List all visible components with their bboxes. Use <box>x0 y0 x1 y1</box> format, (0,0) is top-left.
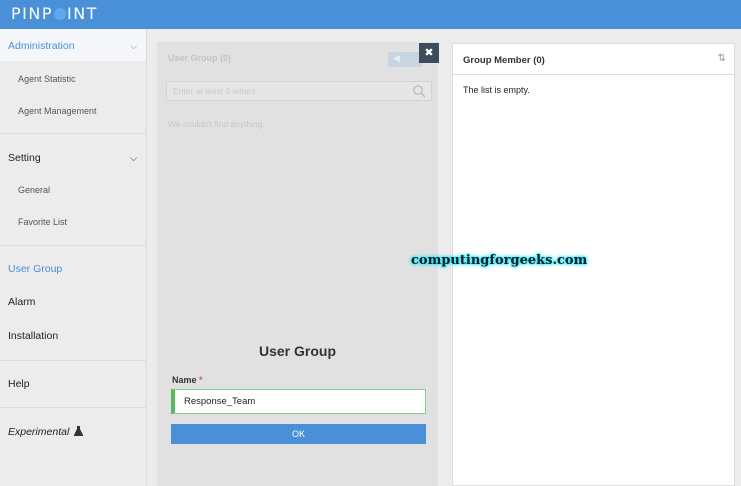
sidebar-item-label: Administration <box>8 40 75 52</box>
group-member-title: Group Member (0) <box>463 55 545 66</box>
user-group-search-input[interactable]: Enter at least 3 letters <box>166 81 432 101</box>
sidebar-item-alarm[interactable]: Alarm <box>0 296 147 308</box>
group-name-input[interactable]: Response_Team <box>171 389 426 414</box>
sidebar-divider <box>0 360 147 361</box>
name-field-label: Name * <box>172 375 203 385</box>
sidebar-item-label: Installation <box>8 330 59 342</box>
sidebar-item-help[interactable]: Help <box>0 378 147 390</box>
sidebar-item-label: Help <box>8 378 30 390</box>
group-member-header: Group Member (0) ⇅ <box>453 44 734 75</box>
sidebar-item-label: User Group <box>8 263 63 275</box>
user-group-empty-message: We couldn't find anything. <box>168 119 265 129</box>
sidebar-divider <box>0 133 147 134</box>
ok-button[interactable]: OK <box>171 424 426 444</box>
sidebar-item-label: Experimental <box>8 426 70 438</box>
logo-text-left: PINP <box>11 4 53 23</box>
app-logo[interactable]: PINP INT <box>11 4 98 23</box>
sidebar-item-agent-management[interactable]: Agent Management <box>0 106 147 116</box>
sidebar-item-label: Agent Statistic <box>18 74 76 84</box>
top-navigation-bar: PINP INT <box>0 0 741 29</box>
form-title: User Group <box>258 343 336 359</box>
list-toolbar-buttons[interactable]: ◀ <box>388 52 422 67</box>
search-icon[interactable] <box>412 84 426 98</box>
flask-icon <box>74 426 84 436</box>
chevron-down-icon: ⌵ <box>130 153 137 163</box>
user-group-list-panel: User Group (0) ◀ Enter at least 3 letter… <box>157 42 438 486</box>
sidebar-item-label: Favorite List <box>18 217 68 227</box>
watermark-text: computingforgeeks.com <box>411 253 588 268</box>
sidebar-item-general[interactable]: General <box>0 185 147 195</box>
sidebar-item-label: General <box>18 185 51 195</box>
sidebar-item-label: Alarm <box>8 296 36 308</box>
sidebar-item-agent-statistic[interactable]: Agent Statistic <box>0 74 147 84</box>
sidebar-divider <box>0 407 147 408</box>
chevron-down-icon: ⌵ <box>130 41 137 51</box>
logo-o-icon <box>53 8 66 20</box>
sidebar: Administration ⌵ Agent Statistic Agent M… <box>0 29 147 486</box>
sidebar-item-installation[interactable]: Installation <box>0 330 147 342</box>
close-icon[interactable]: ✖ <box>419 43 439 63</box>
sidebar-item-favorite-list[interactable]: Favorite List <box>0 217 147 227</box>
user-group-list-title: User Group (0) <box>168 53 232 63</box>
sidebar-item-user-group[interactable]: User Group <box>0 263 147 275</box>
search-placeholder: Enter at least 3 letters <box>173 86 256 96</box>
sidebar-item-administration[interactable]: Administration ⌵ <box>0 40 147 52</box>
sidebar-item-label: Setting <box>8 152 41 164</box>
add-icon: ◀ <box>393 53 400 63</box>
logo-text-right: INT <box>66 4 98 23</box>
sidebar-divider <box>0 245 147 246</box>
sidebar-item-setting[interactable]: Setting ⌵ <box>0 152 147 164</box>
sort-icon[interactable]: ⇅ <box>718 53 726 64</box>
group-member-empty-message: The list is empty. <box>463 85 530 95</box>
required-mark: * <box>199 375 203 385</box>
sidebar-item-experimental[interactable]: Experimental <box>0 426 147 438</box>
name-label-text: Name <box>172 375 197 385</box>
sidebar-item-label: Agent Management <box>18 106 97 116</box>
